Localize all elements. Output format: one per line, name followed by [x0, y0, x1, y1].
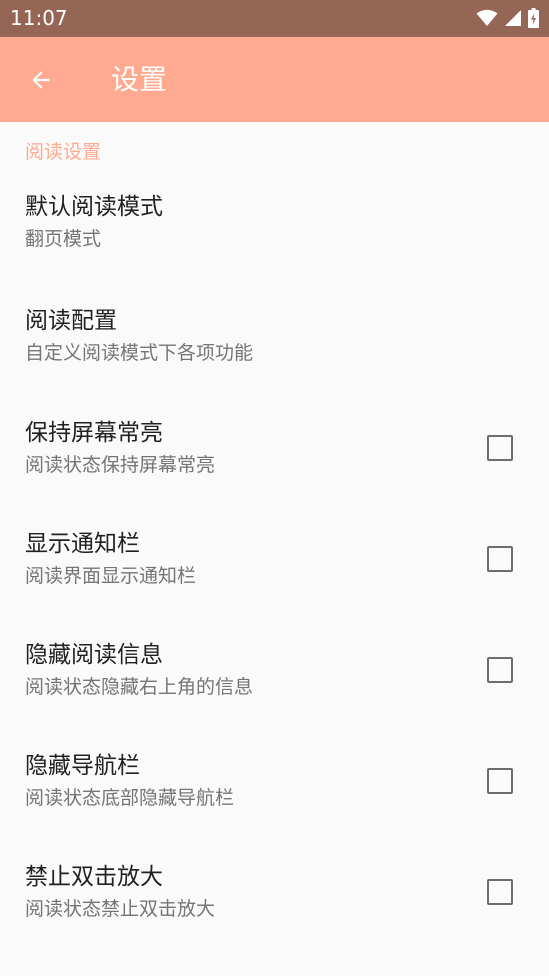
pref-disable-double-tap-zoom[interactable]: 禁止双击放大 阅读状态禁止双击放大 — [0, 838, 549, 948]
app-bar: 设置 — [0, 37, 549, 122]
back-button[interactable] — [18, 57, 64, 103]
battery-charging-icon — [528, 8, 539, 28]
settings-list: 阅读设置 默认阅读模式 翻页模式 阅读配置 自定义阅读模式下各项功能 保持屏幕常… — [0, 122, 549, 976]
pref-title: 保持屏幕常亮 — [25, 420, 163, 446]
pref-title: 禁止双击放大 — [25, 864, 163, 890]
signal-icon — [505, 10, 521, 26]
pref-summary: 翻页模式 — [25, 228, 102, 250]
status-time: 11:07 — [10, 6, 68, 30]
show-notification-bar-checkbox[interactable] — [487, 546, 513, 572]
pref-default-read-mode[interactable]: 默认阅读模式 翻页模式 — [0, 168, 549, 278]
pref-show-notification-bar[interactable]: 显示通知栏 阅读界面显示通知栏 — [0, 505, 549, 615]
section-header: 阅读设置 — [25, 141, 102, 163]
pref-hide-nav-bar[interactable]: 隐藏导航栏 阅读状态底部隐藏导航栏 — [0, 727, 549, 837]
pref-summary: 阅读状态隐藏右上角的信息 — [25, 676, 254, 698]
pref-summary: 阅读界面显示通知栏 — [25, 565, 197, 587]
status-bar: 11:07 — [0, 0, 549, 37]
pref-summary: 阅读状态禁止双击放大 — [25, 898, 216, 920]
arrow-back-icon — [32, 71, 50, 89]
status-icons — [476, 7, 539, 29]
pref-title: 显示通知栏 — [25, 531, 140, 557]
wifi-icon — [476, 9, 498, 26]
disable-double-tap-zoom-checkbox[interactable] — [487, 879, 513, 905]
pref-title: 阅读配置 — [25, 308, 117, 334]
pref-hide-read-info[interactable]: 隐藏阅读信息 阅读状态隐藏右上角的信息 — [0, 616, 549, 726]
hide-read-info-checkbox[interactable] — [487, 657, 513, 683]
pref-read-config[interactable]: 阅读配置 自定义阅读模式下各项功能 — [0, 282, 549, 392]
keep-screen-on-checkbox[interactable] — [487, 435, 513, 461]
pref-summary: 阅读状态底部隐藏导航栏 — [25, 787, 235, 809]
pref-title: 隐藏阅读信息 — [25, 642, 163, 668]
pref-summary: 自定义阅读模式下各项功能 — [25, 342, 254, 364]
pref-title: 隐藏导航栏 — [25, 753, 140, 779]
pref-summary: 阅读状态保持屏幕常亮 — [25, 454, 216, 476]
hide-nav-bar-checkbox[interactable] — [487, 768, 513, 794]
page-title: 设置 — [111, 63, 168, 96]
pref-title: 默认阅读模式 — [25, 194, 163, 220]
pref-keep-screen-on[interactable]: 保持屏幕常亮 阅读状态保持屏幕常亮 — [0, 394, 549, 504]
